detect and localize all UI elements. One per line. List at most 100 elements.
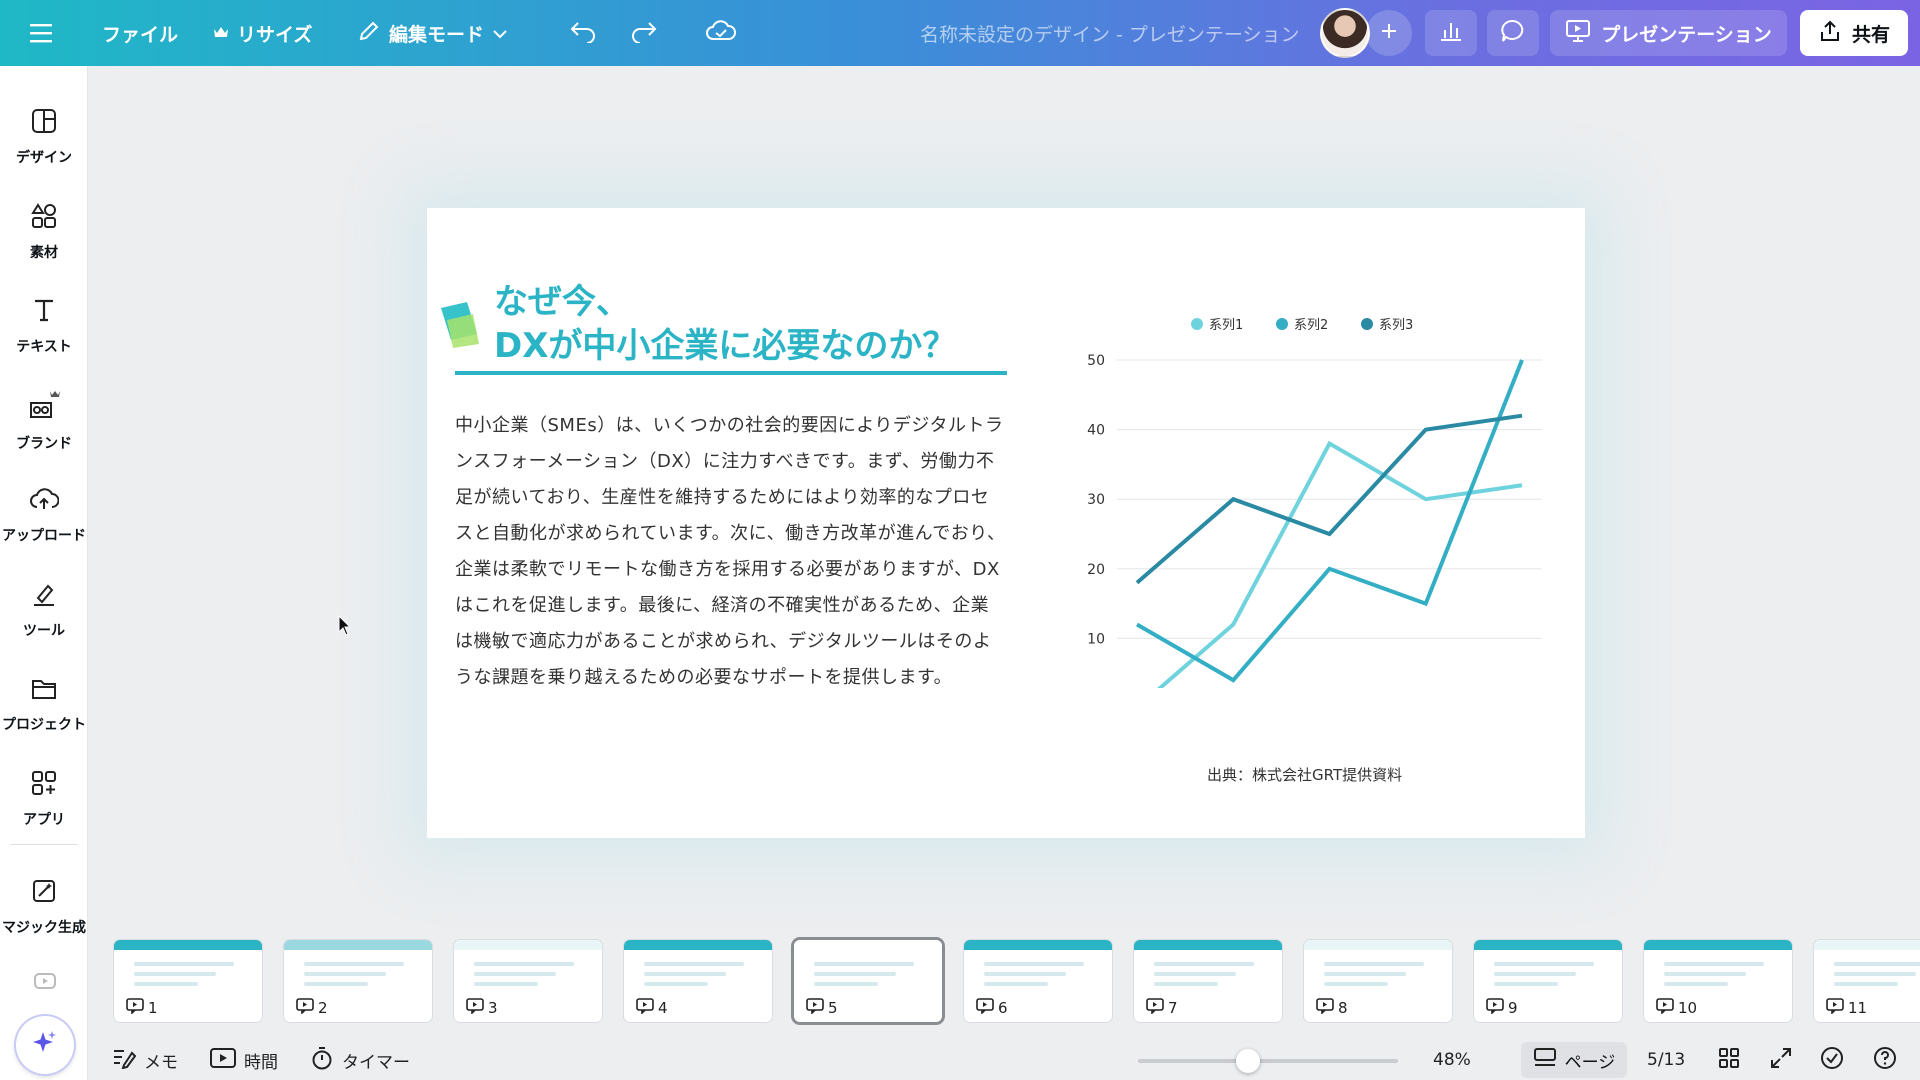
resize-button[interactable]: リサイズ (213, 0, 312, 66)
thumbnail-number-label: 3 (488, 999, 498, 1017)
page-thumbnail[interactable]: 8 (1304, 940, 1452, 1022)
thumbnail-header-band (794, 940, 942, 950)
sidebar-item-brand[interactable]: ブランド (0, 376, 88, 466)
share-button[interactable]: 共有 (1800, 10, 1908, 56)
help-button[interactable] (1873, 1040, 1897, 1080)
timer-button[interactable]: タイマー (310, 1040, 410, 1080)
sidebar-item-label: プロジェクト (2, 717, 86, 733)
thumbnail-number: 4 (636, 998, 668, 1018)
thumbnail-line (984, 962, 1084, 966)
thumbnail-line (1494, 982, 1558, 986)
apps-icon (30, 769, 58, 801)
play-box-icon (210, 1047, 236, 1074)
thumbnail-number: 6 (976, 998, 1008, 1018)
sidebar-item-apps[interactable]: アプリ (0, 754, 88, 844)
line-chart[interactable]: 0102030405020002005201520202025系列1系列2系列3 (1037, 268, 1557, 688)
cloud-check-icon (705, 19, 737, 48)
thumbnail-line (644, 962, 744, 966)
sidebar-item-label: 素材 (30, 245, 58, 261)
thumbnail-preview (1154, 962, 1254, 992)
zoom-slider-track[interactable] (1138, 1059, 1398, 1063)
series-line-2 (1135, 359, 1524, 683)
document-title[interactable]: 名称未設定のデザイン - プレゼンテーション (920, 0, 1300, 66)
bar-chart-icon (1439, 20, 1463, 46)
redo-button[interactable] (630, 0, 658, 66)
page-view-button[interactable]: ページ (1521, 1042, 1627, 1078)
page-thumbnail[interactable]: 1 (114, 940, 262, 1022)
legend-marker (1191, 318, 1203, 330)
page-thumbnail[interactable]: 2 (284, 940, 432, 1022)
page-thumbnail[interactable]: 10 (1644, 940, 1792, 1022)
grid-view-button[interactable] (1718, 1040, 1740, 1080)
add-collaborator-button[interactable] (1366, 10, 1412, 56)
slide-body-text[interactable]: 中小企業（SMEs）は、いくつかの社会的要因によりデジタルトランスフォーメーショ… (455, 408, 1007, 696)
legend-marker (1276, 318, 1288, 330)
cloud-save-status[interactable] (705, 0, 737, 66)
sidebar-item-label: デザイン (16, 150, 72, 166)
slide-accent-graphic (437, 300, 483, 354)
page-thumbnail[interactable]: 7 (1134, 940, 1282, 1022)
design-icon (30, 107, 58, 139)
avatar[interactable] (1320, 8, 1370, 58)
page-thumbnail[interactable]: 9 (1474, 940, 1622, 1022)
y-tick-label: 40 (1087, 423, 1105, 439)
sidebar-item-elements[interactable]: 素材 (0, 187, 88, 277)
thumbnail-number: 3 (466, 998, 498, 1018)
mouse-cursor-icon (338, 614, 352, 641)
upload-icon (29, 485, 60, 517)
page-thumbnail[interactable]: 11 (1814, 940, 1920, 1022)
menu-button[interactable] (30, 0, 56, 66)
left-sidebar: デザイン 素材 テキスト ブランド アップロード ツール プロジェクト アプリ … (0, 66, 88, 1080)
fullscreen-button[interactable] (1770, 1040, 1792, 1080)
y-tick-label: 10 (1087, 631, 1105, 647)
sidebar-item-projects[interactable]: プロジェクト (0, 660, 88, 750)
thumbnail-number-label: 7 (1168, 999, 1178, 1017)
magic-assistant-button[interactable] (16, 1016, 74, 1074)
slide-title[interactable]: なぜ今、 DXが中小企業に必要なのか？ (494, 280, 956, 368)
edit-mode-dropdown[interactable]: 編集モード (357, 0, 508, 66)
sidebar-item-tools[interactable]: ツール (0, 565, 88, 655)
sidebar-item-design[interactable]: デザイン (0, 92, 88, 182)
page-thumbnail[interactable]: 3 (454, 940, 602, 1022)
page-thumbnail[interactable]: 4 (624, 940, 772, 1022)
insights-button[interactable] (1425, 10, 1477, 56)
slide-canvas[interactable]: なぜ今、 DXが中小企業に必要なのか？ 中小企業（SMEs）は、いくつかの社会的… (427, 208, 1585, 838)
thumbnail-line (304, 962, 404, 966)
thumbnail-number: 10 (1656, 998, 1697, 1018)
file-menu[interactable]: ファイル (102, 0, 178, 66)
source-caption[interactable]: 出典：株式会社GRT提供資料 (1207, 764, 1402, 785)
thumbnail-line (1664, 982, 1728, 986)
thumbnail-header-band (1304, 940, 1452, 950)
comments-button[interactable] (1487, 10, 1539, 56)
thumbnail-line (814, 972, 896, 976)
zoom-slider-knob[interactable] (1236, 1049, 1260, 1073)
check-button[interactable] (1820, 1040, 1844, 1080)
thumbnail-preview (1664, 962, 1764, 992)
present-button[interactable]: プレゼンテーション (1550, 10, 1787, 56)
sidebar-item-text[interactable]: テキスト (0, 281, 88, 371)
timing-button[interactable]: 時間 (210, 1040, 278, 1080)
thumbnail-line (814, 982, 878, 986)
zoom-level[interactable]: 48% (1433, 1040, 1471, 1080)
thumbnail-line (474, 972, 556, 976)
thumbnail-header-band (1474, 940, 1622, 950)
resize-label: リサイズ (237, 23, 313, 46)
thumbnail-preview (644, 962, 744, 992)
undo-button[interactable] (569, 0, 597, 66)
page-thumbnail[interactable]: 5 (794, 940, 942, 1022)
thumbnail-preview (1494, 962, 1594, 992)
share-label: 共有 (1851, 23, 1890, 46)
sidebar-item-upload[interactable]: アップロード (0, 470, 88, 560)
thumbnail-number-label: 4 (658, 999, 668, 1017)
thumbnail-line (304, 982, 368, 986)
title-underline (455, 371, 1007, 375)
thumbnail-line (304, 972, 386, 976)
timing-label: 時間 (244, 1052, 278, 1073)
page-thumbnail[interactable]: 6 (964, 940, 1112, 1022)
notes-button[interactable]: メモ (112, 1040, 178, 1080)
thumbnail-line (1324, 962, 1424, 966)
sidebar-item-magic[interactable]: マジック生成 (0, 862, 88, 952)
comment-play-icon (466, 998, 484, 1018)
thumbnail-preview (474, 962, 574, 992)
legend-label: 系列2 (1294, 318, 1328, 333)
